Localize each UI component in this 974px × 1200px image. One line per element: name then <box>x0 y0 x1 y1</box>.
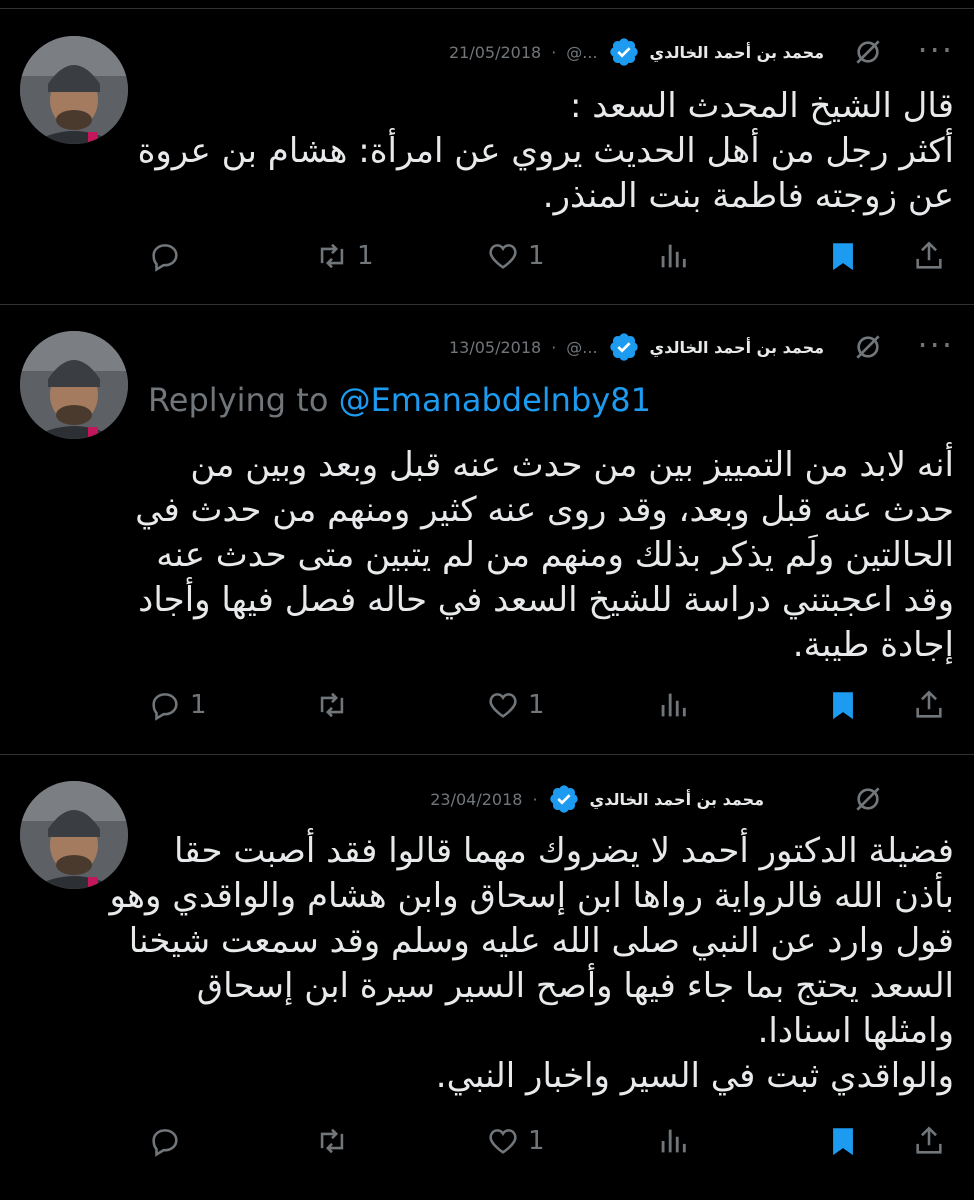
author-name[interactable]: محمد بن أحمد الخالدي <box>590 790 764 809</box>
like-count: 1 <box>528 241 545 271</box>
views-icon <box>661 693 686 717</box>
grok-icon[interactable] <box>852 783 884 815</box>
more-icon[interactable]: ··· <box>917 32 954 68</box>
share-button[interactable] <box>912 1121 946 1161</box>
author-handle[interactable]: @... <box>566 43 597 62</box>
views-button[interactable] <box>656 1121 690 1161</box>
views-button[interactable] <box>656 236 690 276</box>
tweet-2[interactable]: محمد بن أحمد الخالدي @... · 13/05/2018 ·… <box>0 305 974 753</box>
separator-dot: · <box>551 42 557 62</box>
author-name[interactable]: محمد بن أحمد الخالدي <box>650 338 824 357</box>
retweet-button[interactable] <box>315 1121 357 1161</box>
verified-badge-icon <box>609 38 638 66</box>
tweet-text: فضيلة الدكتور أحمد لا يضروك مهما قالوا ف… <box>109 831 954 1096</box>
like-icon <box>489 693 517 718</box>
reply-button[interactable]: 1 <box>148 685 207 725</box>
tweet-date[interactable]: 23/04/2018 <box>430 790 522 809</box>
share-icon <box>916 241 942 269</box>
author-handle[interactable]: @... <box>566 338 597 357</box>
views-icon <box>661 244 686 268</box>
tweet-header: محمد بن أحمد الخالدي @... · 13/05/2018 ·… <box>148 325 954 369</box>
share-icon <box>916 1126 942 1154</box>
grok-icon[interactable] <box>852 36 884 68</box>
like-icon <box>489 244 517 269</box>
verified-badge-icon <box>549 785 578 813</box>
retweet-button[interactable]: 1 <box>315 236 374 276</box>
like-count: 1 <box>528 1126 545 1156</box>
retweet-icon <box>320 692 344 718</box>
reply-icon <box>152 1129 178 1157</box>
like-button[interactable]: 1 <box>486 685 545 725</box>
reply-mention-link[interactable]: @Emanabdelnby81 <box>339 381 651 419</box>
more-icon[interactable]: ··· <box>917 327 954 363</box>
tweet-date[interactable]: 21/05/2018 <box>449 43 541 62</box>
tweet-1[interactable]: محمد بن أحمد الخالدي @... · 21/05/2018 ·… <box>0 0 974 304</box>
reply-icon <box>152 693 178 721</box>
bookmark-icon <box>833 1128 853 1156</box>
retweet-count: 1 <box>357 241 374 271</box>
separator-dot: · <box>551 337 557 357</box>
replying-to-label: Replying to <box>148 381 339 419</box>
bookmark-icon <box>833 692 853 720</box>
retweet-icon <box>320 1128 344 1154</box>
reply-icon <box>152 244 178 272</box>
bookmark-button[interactable] <box>826 236 860 276</box>
like-icon <box>489 1129 517 1154</box>
avatar[interactable] <box>20 36 128 144</box>
author-name[interactable]: محمد بن أحمد الخالدي <box>650 43 824 62</box>
tweet-actions: 1 1 <box>0 685 974 725</box>
retweet-icon <box>320 243 344 269</box>
views-icon <box>661 1129 686 1153</box>
bookmark-button[interactable] <box>826 1121 860 1161</box>
bookmark-button[interactable] <box>826 685 860 725</box>
replying-to: Replying to @Emanabdelnby81 <box>148 381 651 419</box>
reply-count: 1 <box>190 690 207 720</box>
verified-badge-icon <box>609 333 638 361</box>
tweet-actions: 1 1 <box>0 236 974 276</box>
tweet-header: محمد بن أحمد الخالدي · 23/04/2018 <box>148 777 954 821</box>
tweet-text: أنه لابد من التمييز بين من حدث عنه قبل و… <box>135 445 954 665</box>
separator-dot: · <box>532 789 538 809</box>
retweet-button[interactable] <box>315 685 357 725</box>
reply-button[interactable] <box>148 1121 190 1161</box>
share-button[interactable] <box>912 685 946 725</box>
tweet-text: قال الشيخ المحدث السعد : أكثر رجل من أهل… <box>137 86 954 216</box>
grok-icon[interactable] <box>852 331 884 363</box>
like-button[interactable]: 1 <box>486 236 545 276</box>
reply-button[interactable] <box>148 236 190 276</box>
bookmark-icon <box>833 243 853 271</box>
share-button[interactable] <box>912 236 946 276</box>
tweet-actions: 1 <box>0 1121 974 1161</box>
tweet-header: محمد بن أحمد الخالدي @... · 21/05/2018 ·… <box>148 30 954 74</box>
like-count: 1 <box>528 690 545 720</box>
views-button[interactable] <box>656 685 690 725</box>
tweet-date[interactable]: 13/05/2018 <box>449 338 541 357</box>
tweet-3[interactable]: محمد بن أحمد الخالدي · 23/04/2018 فضيلة … <box>0 755 974 1200</box>
avatar[interactable] <box>20 331 128 439</box>
like-button[interactable]: 1 <box>486 1121 545 1161</box>
share-icon <box>916 690 942 718</box>
